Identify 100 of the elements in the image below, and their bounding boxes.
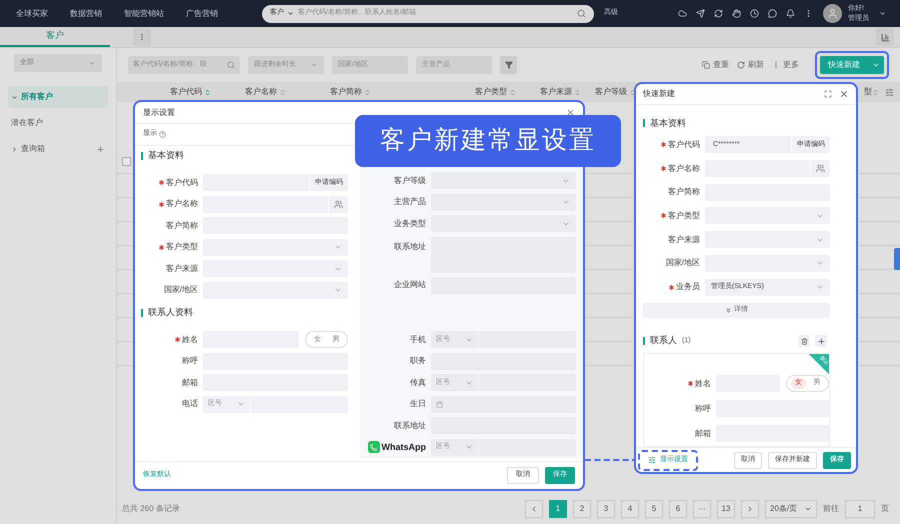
calendar-icon (436, 400, 443, 408)
search-icon[interactable] (227, 61, 235, 69)
column-header[interactable]: 客户名称 (245, 86, 277, 98)
column-settings-icon[interactable] (885, 88, 894, 96)
clock-icon[interactable] (750, 9, 759, 18)
field-label: 姓名 (695, 378, 711, 390)
column-header[interactable]: 客户类型 (475, 86, 507, 98)
more-button[interactable] (133, 28, 151, 46)
field-label: 联系地址 (394, 240, 426, 252)
field-label: 客户类型 (668, 210, 700, 222)
sort-icon[interactable] (509, 88, 516, 96)
page-button[interactable]: 4 (621, 500, 639, 518)
sidebar-item[interactable]: 所有客户 (8, 86, 108, 108)
page-size-select[interactable]: 20条/页 (765, 500, 817, 518)
delete-button[interactable] (798, 335, 810, 348)
close-icon[interactable] (839, 89, 849, 99)
collapse-handle[interactable] (894, 248, 900, 270)
field-label: 客户简称 (166, 220, 198, 232)
chart-button[interactable] (876, 28, 894, 46)
copy-icon (702, 61, 710, 69)
column-header[interactable]: 客户代码 (170, 86, 202, 98)
help-icon[interactable] (159, 131, 166, 138)
refresh-icon[interactable] (714, 9, 723, 18)
input-field[interactable] (705, 160, 830, 177)
page-button[interactable]: 2 (573, 500, 591, 518)
sort-icon[interactable] (629, 88, 636, 96)
bell-icon[interactable] (786, 9, 795, 18)
column-header[interactable]: 客户来源 (540, 86, 572, 98)
select-field[interactable] (431, 215, 576, 232)
cloud-icon[interactable] (678, 9, 687, 18)
page-button[interactable]: 13 (717, 500, 735, 518)
dialog-title: 显示设置 (143, 106, 175, 118)
nav-menu-item[interactable]: 全球买家 (16, 8, 48, 20)
next-page-button[interactable] (741, 500, 759, 518)
people-icon[interactable] (334, 200, 343, 209)
page-button[interactable]: ··· (693, 500, 711, 518)
row-checkbox[interactable] (122, 157, 131, 166)
page-button[interactable]: 3 (597, 500, 615, 518)
add-button[interactable] (815, 335, 827, 348)
select-field[interactable] (203, 260, 348, 278)
select-field[interactable] (705, 231, 830, 248)
field-label: 主营产品 (394, 196, 426, 208)
field-label: 称呼 (695, 402, 711, 415)
goto-page-field[interactable]: 1 (845, 500, 875, 518)
field-label: 姓名 (182, 334, 198, 346)
avatar[interactable] (823, 4, 842, 23)
send-icon[interactable] (696, 9, 705, 18)
chevron-down-icon (310, 61, 318, 69)
field-label: 邮箱 (695, 428, 711, 440)
filter-button[interactable] (500, 56, 517, 74)
prev-page-button[interactable] (525, 500, 543, 518)
search-icon[interactable] (577, 9, 586, 18)
date-field[interactable] (431, 396, 576, 413)
select-field[interactable] (203, 238, 348, 256)
column-header[interactable]: 客户等级 (595, 86, 627, 98)
chevron-down-icon[interactable] (879, 10, 886, 17)
quick-create-button[interactable]: 快速新建 (820, 56, 884, 74)
column-header[interactable]: 型 (864, 86, 872, 98)
select-field[interactable] (705, 207, 830, 224)
user-icon (827, 8, 838, 19)
total-records: 总共 260 条记录 (122, 502, 180, 514)
field-label: 生日 (410, 398, 426, 410)
page-button[interactable]: 1 (549, 500, 567, 518)
close-icon[interactable] (566, 108, 575, 117)
select-field[interactable] (431, 194, 576, 211)
sort-icon[interactable] (872, 88, 879, 96)
toolbar-action[interactable]: 查重 (702, 59, 729, 71)
nav-menu-item[interactable]: 智能营销站 (124, 8, 164, 20)
trash-icon (800, 338, 808, 345)
column-header[interactable]: 客户简称 (330, 86, 362, 98)
field-label: 电话 (182, 398, 198, 410)
sort-icon[interactable] (204, 88, 211, 96)
chat-icon[interactable] (768, 9, 777, 18)
sort-icon[interactable] (279, 88, 286, 96)
input-field[interactable] (203, 196, 348, 213)
sort-icon[interactable] (574, 88, 581, 96)
toolbar-action[interactable]: 刷新 (737, 59, 764, 71)
page-button[interactable]: 5 (645, 500, 663, 518)
sidebar-item[interactable]: 潜在客户 (8, 112, 108, 134)
select-field[interactable] (431, 172, 576, 190)
page-button[interactable]: 6 (669, 500, 687, 518)
nav-menu-item[interactable]: 数据营销 (70, 8, 102, 20)
people-icon[interactable] (816, 164, 825, 173)
section-title: 联系人 (650, 334, 677, 348)
nav-menu-item[interactable]: 广告营销 (186, 8, 218, 20)
field-label: 客户简称 (668, 186, 700, 198)
add-icon[interactable] (96, 144, 105, 154)
sort-icon[interactable] (364, 88, 371, 96)
field-label: 国家/地区 (666, 257, 700, 270)
expand-icon[interactable] (824, 90, 832, 98)
toolbar-action[interactable]: 更多 (772, 59, 799, 71)
hand-icon[interactable] (732, 9, 741, 18)
field-label: 客户来源 (166, 262, 198, 275)
field-label: 业务员 (676, 281, 700, 294)
select-field[interactable] (705, 254, 830, 272)
field-label: WhatsApp (382, 440, 426, 454)
bar-chart-icon (880, 32, 890, 42)
sidebar-item[interactable]: 查询箱 (8, 138, 108, 160)
select-field[interactable] (203, 282, 348, 299)
field-label: 联系地址 (394, 420, 426, 432)
